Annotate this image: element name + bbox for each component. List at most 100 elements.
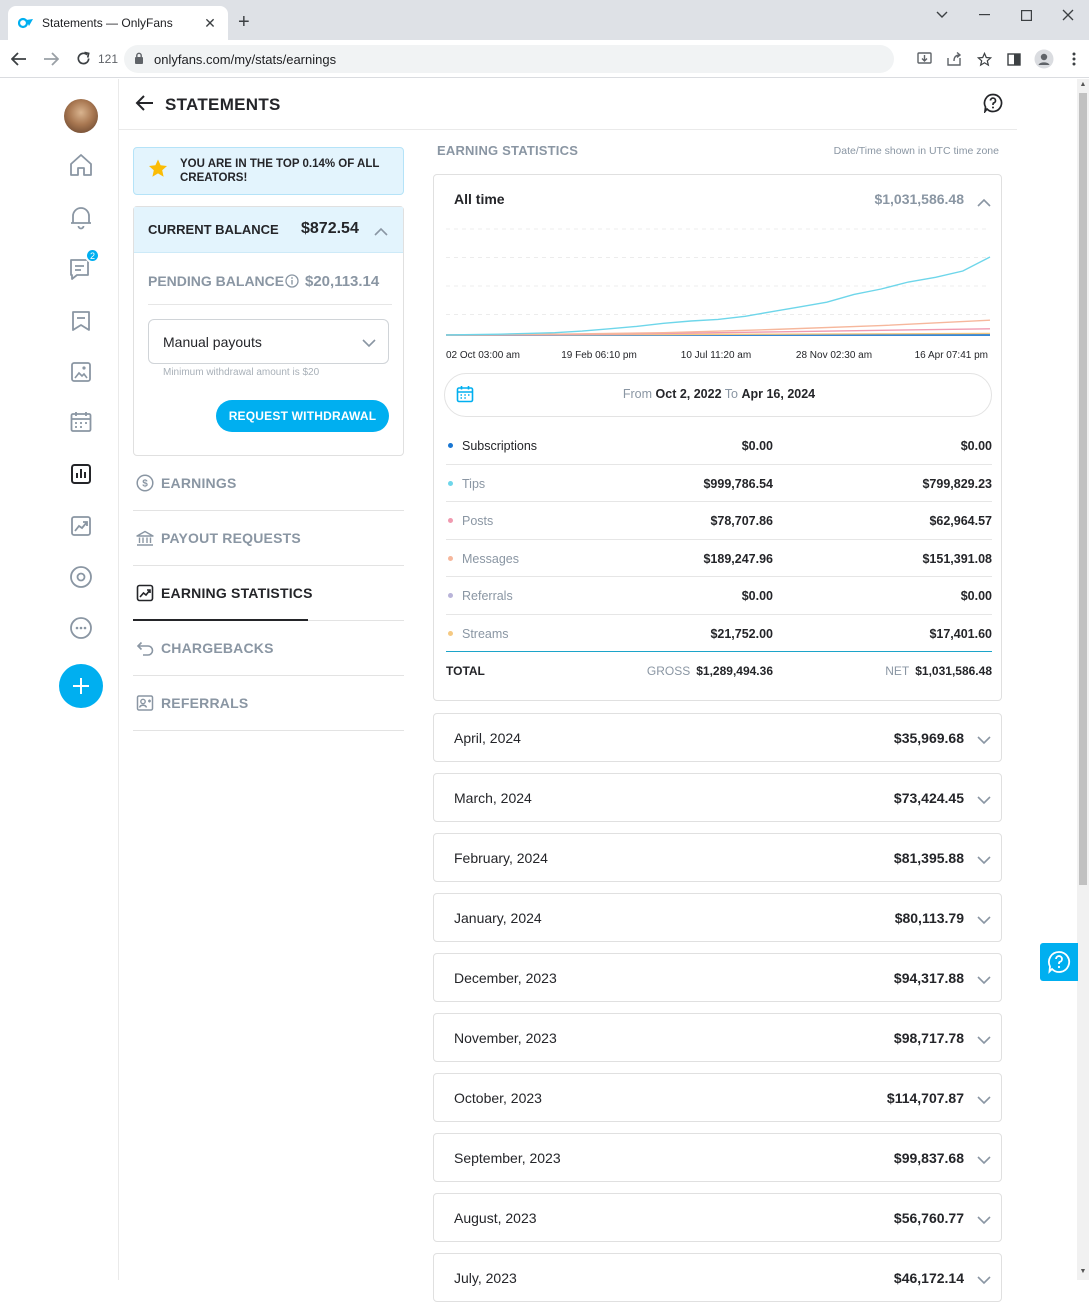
profile-icon[interactable] [1029, 49, 1059, 69]
star-icon [148, 159, 168, 183]
table-row: Messages $189,247.96 $151,391.08 [446, 540, 992, 577]
chevron-up-icon[interactable] [977, 194, 991, 212]
scroll-thumb[interactable] [1079, 93, 1087, 885]
table-row: Referrals $0.00 $0.00 [446, 577, 992, 615]
collections-bookmark-icon[interactable] [66, 306, 96, 336]
scroll-down-icon[interactable]: ▼ [1079, 1268, 1087, 1276]
month-row[interactable]: October, 2023 $114,707.87 [433, 1073, 1002, 1122]
series-color-dot [448, 480, 453, 486]
back-arrow-icon[interactable] [135, 93, 155, 118]
messages-badge: 2 [85, 248, 100, 263]
menu-item-earnings[interactable]: $ EARNINGS [133, 456, 404, 511]
earnings-line-chart[interactable]: 02 Oct 03:00 am 19 Feb 06:10 pm 10 Jul 11:… [444, 215, 994, 365]
month-label: January, 2024 [454, 910, 542, 926]
browser-menu-icon[interactable] [1059, 52, 1089, 66]
tab-close-icon[interactable]: ✕ [202, 15, 218, 32]
onlyfans-favicon-icon [18, 15, 34, 31]
support-help-button[interactable] [1040, 943, 1078, 981]
month-amount: $73,424.45 [893, 790, 964, 806]
total-row: TOTAL GROSS $1,289,494.36 NET $1,031,586.4… [446, 652, 992, 688]
table-row: Posts $78,707.86 $62,964.57 [446, 502, 992, 540]
month-row[interactable]: January, 2024 $80,113.79 [433, 893, 1002, 942]
menu-item-payout-requests[interactable]: PAYOUT REQUESTS [133, 511, 404, 566]
chevron-down-icon[interactable] [977, 1032, 991, 1050]
menu-item-chargebacks[interactable]: CHARGEBACKS [133, 621, 404, 676]
chevron-up-icon[interactable] [374, 223, 388, 241]
my-profile-icon[interactable] [66, 562, 96, 592]
month-label: March, 2024 [454, 790, 532, 806]
info-icon[interactable] [285, 274, 299, 293]
page-scrollbar[interactable]: ▲ ▼ [1077, 79, 1089, 1280]
chevron-down-icon[interactable] [977, 1272, 991, 1290]
month-label: August, 2023 [454, 1210, 537, 1226]
month-row[interactable]: March, 2024 $73,424.45 [433, 773, 1002, 822]
current-balance-header[interactable]: CURRENT BALANCE $872.54 [134, 207, 403, 253]
to-label: To [724, 387, 738, 401]
earnings-breakdown-table: Subscriptions $0.00 $0.00 Tips $999,786.… [446, 427, 992, 688]
chevron-down-icon[interactable] [977, 1092, 991, 1110]
avatar[interactable] [64, 99, 98, 133]
maximize-icon[interactable] [1005, 0, 1047, 30]
scroll-up-icon[interactable]: ▲ [1079, 81, 1087, 89]
series-color-dot [448, 630, 453, 636]
x-tick-label: 10 Jul 11:20 am [681, 350, 751, 361]
payout-mode-select[interactable]: Manual payouts [148, 319, 389, 364]
minimize-icon[interactable] [963, 0, 1005, 30]
period-label[interactable]: All time [454, 191, 505, 207]
tab-search-icon[interactable] [921, 0, 963, 30]
chevron-down-icon[interactable] [977, 732, 991, 750]
address-bar[interactable]: onlyfans.com/my/stats/earnings [124, 45, 894, 73]
x-tick-label: 02 Oct 03:00 am [446, 350, 520, 361]
gross-label: GROSS [646, 664, 691, 678]
chevron-down-icon[interactable] [977, 1152, 991, 1170]
month-row[interactable]: November, 2023 $98,717.78 [433, 1013, 1002, 1062]
chevron-down-icon[interactable] [977, 972, 991, 990]
row-name: Tips [462, 476, 486, 491]
share-icon[interactable] [939, 52, 969, 66]
install-app-icon[interactable] [909, 52, 939, 66]
menu-item-referrals[interactable]: REFERRALS [133, 676, 404, 731]
queue-calendar-icon[interactable] [66, 407, 96, 437]
x-tick-label: 19 Feb 06:10 pm [561, 350, 637, 361]
more-options-icon[interactable] [66, 613, 96, 643]
statistics-icon[interactable] [66, 459, 96, 489]
chevron-down-icon[interactable] [977, 912, 991, 930]
side-panel-icon[interactable] [999, 52, 1029, 66]
chevron-down-icon[interactable] [977, 852, 991, 870]
reload-icon[interactable] [70, 46, 96, 72]
top-creator-banner: YOU ARE IN THE TOP 0.14% OF ALL CREATORS… [133, 147, 404, 195]
chevron-down-icon[interactable] [977, 1212, 991, 1230]
gross-total: GROSS $1,289,494.36 [606, 664, 773, 678]
row-name: Streams [462, 626, 509, 641]
home-icon[interactable] [66, 150, 96, 180]
bookmark-star-icon[interactable] [969, 51, 999, 67]
close-window-icon[interactable] [1047, 0, 1089, 30]
earnings-chart-icon[interactable] [66, 511, 96, 541]
month-row[interactable]: July, 2023 $46,172.14 [433, 1253, 1002, 1302]
notifications-bell-icon[interactable] [66, 202, 96, 232]
messages-icon[interactable]: 2 [66, 248, 100, 284]
vault-gallery-icon[interactable] [66, 357, 96, 387]
menu-label: EARNING STATISTICS [161, 585, 313, 601]
dollar-circle-icon: $ [135, 473, 155, 493]
month-row[interactable]: September, 2023 $99,837.68 [433, 1133, 1002, 1182]
new-tab-icon[interactable]: + [238, 12, 250, 32]
date-range-picker[interactable]: From Oct 2, 2022 To Apr 16, 2024 [444, 373, 992, 417]
min-withdrawal-note: Minimum withdrawal amount is $20 [163, 367, 320, 378]
month-row[interactable]: August, 2023 $56,760.77 [433, 1193, 1002, 1242]
month-row[interactable]: February, 2024 $81,395.88 [433, 833, 1002, 882]
browser-tab[interactable]: Statements — OnlyFans ✕ [8, 6, 228, 40]
monthly-statements-list: April, 2024 $35,969.68 March, 2024 $73,4… [433, 713, 1002, 1313]
gross-total-value: $1,289,494.36 [696, 664, 773, 678]
forward-icon[interactable] [38, 46, 64, 72]
request-withdrawal-button[interactable]: REQUEST WITHDRAWAL [216, 400, 389, 432]
back-icon[interactable] [6, 46, 32, 72]
month-row[interactable]: April, 2024 $35,969.68 [433, 713, 1002, 762]
help-icon[interactable] [983, 93, 1003, 118]
top-creator-text: YOU ARE IN THE TOP 0.14% OF ALL CREATORS… [180, 158, 380, 184]
chevron-down-icon[interactable] [977, 792, 991, 810]
month-row[interactable]: December, 2023 $94,317.88 [433, 953, 1002, 1002]
new-post-button[interactable] [59, 664, 103, 708]
menu-item-earning-statistics[interactable]: EARNING STATISTICS [133, 566, 404, 621]
lock-icon[interactable] [134, 52, 144, 67]
